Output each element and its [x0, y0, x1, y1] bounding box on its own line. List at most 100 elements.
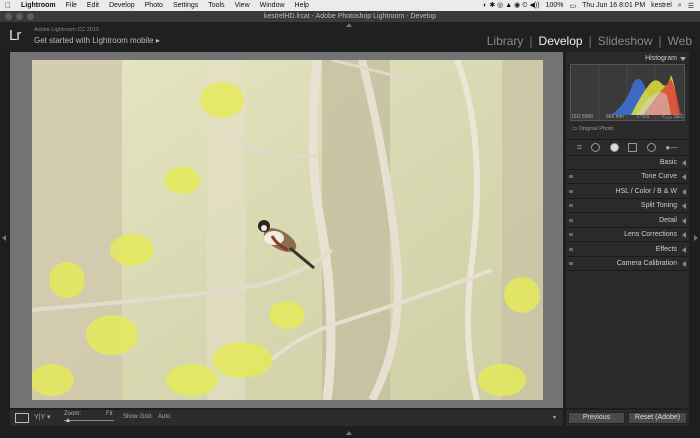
apple-icon[interactable]:  [0, 1, 16, 10]
panel-tone-curve[interactable]: Tone Curve [566, 170, 689, 184]
panel-split-toning[interactable]: Split Toning [566, 199, 689, 213]
panel-camera-calibration-label: Camera Calibration [616, 260, 677, 267]
notifications-icon[interactable]: ☰ [688, 2, 694, 10]
radial-filter-tool-icon[interactable] [646, 143, 656, 152]
panel-lens-corrections-label: Lens Corrections [624, 231, 677, 238]
reset-button[interactable]: Reset (Adobe) [628, 412, 687, 424]
original-photo-label: ▭ Original Photo [572, 126, 614, 132]
lightroom-mobile-link[interactable]: Get started with Lightroom mobile ▸ [34, 36, 160, 45]
menu-help[interactable]: Help [290, 2, 314, 9]
panel-switch-icon[interactable] [569, 248, 573, 251]
panel-split-toning-label: Split Toning [640, 202, 677, 209]
spot-removal-tool-icon[interactable] [591, 143, 601, 152]
module-library[interactable]: Library [487, 34, 524, 48]
zoom-value[interactable]: Fit [106, 411, 113, 417]
photo-image[interactable] [32, 60, 543, 400]
expand-triangle-icon[interactable] [682, 232, 686, 238]
panel-switch-icon[interactable] [569, 204, 573, 207]
red-eye-tool-icon[interactable] [609, 143, 619, 152]
battery-level[interactable]: 100% [546, 2, 564, 9]
panel-detail-label: Detail [659, 217, 677, 224]
expand-triangle-icon[interactable] [682, 218, 686, 224]
left-panel-toggle-icon[interactable] [2, 235, 6, 241]
bottom-toolbar: Y|Y ▾ Zoom: Fit Show Grid: Auto ▾ [10, 410, 563, 426]
show-grid-dropdown[interactable]: Auto [158, 414, 170, 420]
menu-window[interactable]: Window [255, 2, 290, 9]
histogram-label: Histogram [645, 55, 677, 62]
menu-develop[interactable]: Develop [104, 2, 140, 9]
panel-hsl-label: HSL / Color / B & W [615, 188, 677, 195]
panel-basic-label: Basic [659, 159, 677, 166]
menu-view[interactable]: View [230, 2, 255, 9]
menu-app-name[interactable]: Lightroom [16, 2, 61, 9]
panel-lens-corrections[interactable]: Lens Corrections [566, 228, 689, 242]
panel-switch-icon[interactable] [569, 175, 573, 178]
show-grid-label: Show Grid: [123, 414, 153, 420]
panel-hsl[interactable]: HSL / Color / B & W [566, 185, 689, 199]
expand-triangle-icon[interactable] [682, 203, 686, 209]
menu-tools[interactable]: Tools [203, 2, 229, 9]
menu-settings[interactable]: Settings [168, 2, 203, 9]
before-after-icon[interactable]: Y|Y ▾ [34, 413, 51, 421]
minimize-window-button[interactable] [16, 13, 23, 20]
original-photo-text: Original Photo [578, 126, 614, 132]
expand-triangle-icon[interactable] [682, 261, 686, 267]
panel-switch-icon[interactable] [569, 233, 573, 236]
focal-length: 566 mm [605, 114, 624, 120]
previous-button[interactable]: Previous [568, 412, 625, 424]
menu-edit[interactable]: Edit [82, 2, 104, 9]
develop-tool-strip: ⌗ ●— [566, 139, 689, 156]
expand-triangle-icon[interactable] [682, 189, 686, 195]
expand-triangle-icon[interactable] [682, 160, 686, 166]
graduated-filter-tool-icon[interactable] [628, 143, 638, 152]
macos-menubar:  Lightroom File Edit Develop Photo Sett… [0, 0, 700, 11]
menubar-clock[interactable]: Thu Jun 16 8:01 PM [582, 2, 645, 9]
lightroom-version: Adobe Lightroom CC 2015 [34, 27, 100, 33]
panel-detail[interactable]: Detail [566, 214, 689, 228]
module-picker: Library | Develop | Slideshow | Web [487, 34, 692, 48]
module-slideshow[interactable]: Slideshow [598, 34, 653, 48]
panel-switch-icon[interactable] [569, 262, 573, 265]
histogram-graph[interactable] [570, 64, 685, 121]
panel-effects-label: Effects [655, 246, 677, 253]
zoom-slider-thumb[interactable] [66, 418, 70, 422]
battery-icon[interactable]: ▭ [570, 2, 577, 10]
right-panel-toggle-icon[interactable] [694, 235, 698, 241]
module-separator: | [658, 34, 662, 48]
aperture-value: f / 5.6 [636, 114, 650, 120]
panel-camera-calibration[interactable]: Camera Calibration [566, 257, 689, 271]
menu-photo[interactable]: Photo [140, 2, 168, 9]
menubar-user[interactable]: kestrel [651, 2, 672, 9]
shutter-speed: ¹⁄₁₆₀₀ SEC [661, 114, 684, 120]
iso-value: ISO 5000 [572, 114, 594, 120]
module-develop[interactable]: Develop [539, 34, 583, 48]
top-panel-toggle-icon[interactable] [346, 23, 352, 27]
zoom-window-button[interactable] [27, 13, 34, 20]
spotlight-icon[interactable]: ⌕ [678, 2, 682, 10]
panel-effects[interactable]: Effects [566, 243, 689, 257]
camera-info: ISO 5000 566 mm f / 5.6 ¹⁄₁₆₀₀ SEC [572, 114, 684, 120]
panel-switch-icon[interactable] [569, 190, 573, 193]
bird-photo [32, 60, 543, 400]
expand-triangle-icon[interactable] [682, 247, 686, 253]
zoom-slider[interactable] [64, 420, 114, 421]
menu-file[interactable]: File [61, 2, 82, 9]
original-photo-icon: ▭ [572, 126, 579, 132]
dropdown-chevron-icon[interactable]: ▾ [553, 414, 556, 421]
panel-basic[interactable]: Basic [566, 156, 689, 170]
crop-tool-icon[interactable]: ⌗ [577, 142, 582, 153]
adjustment-brush-icon[interactable]: ●— [665, 143, 678, 152]
lightroom-logo: Lr [9, 27, 21, 44]
status-icons[interactable]: ◐ ✱ ◎ ▲ ◉ ⏲ ◀)) [483, 1, 539, 10]
expand-triangle-icon[interactable] [682, 174, 686, 180]
module-web[interactable]: Web [668, 34, 692, 48]
close-window-button[interactable] [5, 13, 12, 20]
zoom-label: Zoom: [64, 411, 82, 417]
panel-switch-icon[interactable] [569, 219, 573, 222]
collapse-triangle-icon[interactable] [680, 57, 686, 61]
module-separator: | [529, 34, 533, 48]
loupe-view-icon[interactable] [15, 413, 29, 423]
filmstrip-toggle-icon[interactable] [346, 431, 352, 435]
right-bottom-bar: Previous Reset (Adobe) [566, 410, 689, 426]
window-title: kestrelHD.lrcat - Adobe Photoshop Lightr… [263, 13, 437, 20]
